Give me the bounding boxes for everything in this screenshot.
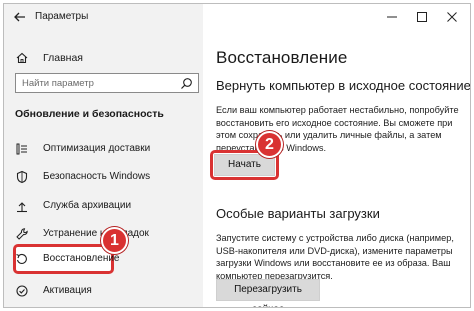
home-icon <box>16 52 28 64</box>
advanced-startup-description: Запустите систему с устройства либо диск… <box>216 233 454 281</box>
minimize-icon[interactable] <box>384 9 400 25</box>
search-input[interactable]: Найти параметр <box>15 73 199 93</box>
sidebar-item-label: Безопасность Windows <box>43 171 151 182</box>
shield-icon <box>16 170 28 184</box>
search-icon[interactable] <box>180 77 193 90</box>
restart-now-button[interactable]: Перезагрузить сейчас <box>216 279 320 307</box>
main-content: Восстановление Вернуть компьютер в исход… <box>203 4 471 307</box>
section-title: Обновление и безопасность <box>15 108 164 120</box>
sidebar-item-recovery[interactable]: Восстановление <box>4 248 203 270</box>
sidebar-item-label: Устранение неполадок <box>43 228 149 239</box>
step-1-badge: 1 <box>101 227 128 254</box>
sidebar-item-label: Оптимизация доставки <box>43 143 151 154</box>
sidebar-item-delivery-optimization[interactable]: Оптимизация доставки <box>4 138 203 160</box>
settings-window: Параметры Главная Найти параметр Обновле… <box>3 3 471 308</box>
sidebar-item-label: Главная <box>43 52 83 64</box>
delivery-optimization-icon <box>16 143 27 155</box>
sidebar-item-label: Восстановление <box>43 253 120 264</box>
search-placeholder: Найти параметр <box>22 78 94 89</box>
reset-heading: Вернуть компьютер в исходное состояние <box>216 78 471 93</box>
window-controls <box>362 4 470 30</box>
page-title: Восстановление <box>216 48 348 67</box>
activation-icon <box>16 285 28 297</box>
title-bar: Параметры <box>4 4 203 30</box>
wrench-icon <box>16 228 28 240</box>
close-icon[interactable] <box>444 9 460 25</box>
recovery-icon <box>16 253 27 264</box>
backup-icon <box>17 202 27 213</box>
sidebar-item-windows-security[interactable]: Безопасность Windows <box>4 166 203 188</box>
maximize-icon[interactable] <box>414 9 430 25</box>
advanced-startup-heading: Особые варианты загрузки <box>216 206 380 221</box>
sidebar: Параметры Главная Найти параметр Обновле… <box>4 4 203 307</box>
sidebar-item-activation[interactable]: Активация <box>4 280 203 302</box>
sidebar-item-label: Служба архивации <box>43 200 132 211</box>
sidebar-item-backup[interactable]: Служба архивации <box>4 195 203 217</box>
step-2-badge: 2 <box>256 131 283 158</box>
sidebar-item-home[interactable]: Главная <box>4 48 203 68</box>
window-title: Параметры <box>35 11 89 22</box>
reset-description: Если ваш компьютер работает нестабильно,… <box>216 105 459 153</box>
back-arrow-icon[interactable] <box>13 10 27 24</box>
sidebar-item-label: Активация <box>43 285 92 296</box>
